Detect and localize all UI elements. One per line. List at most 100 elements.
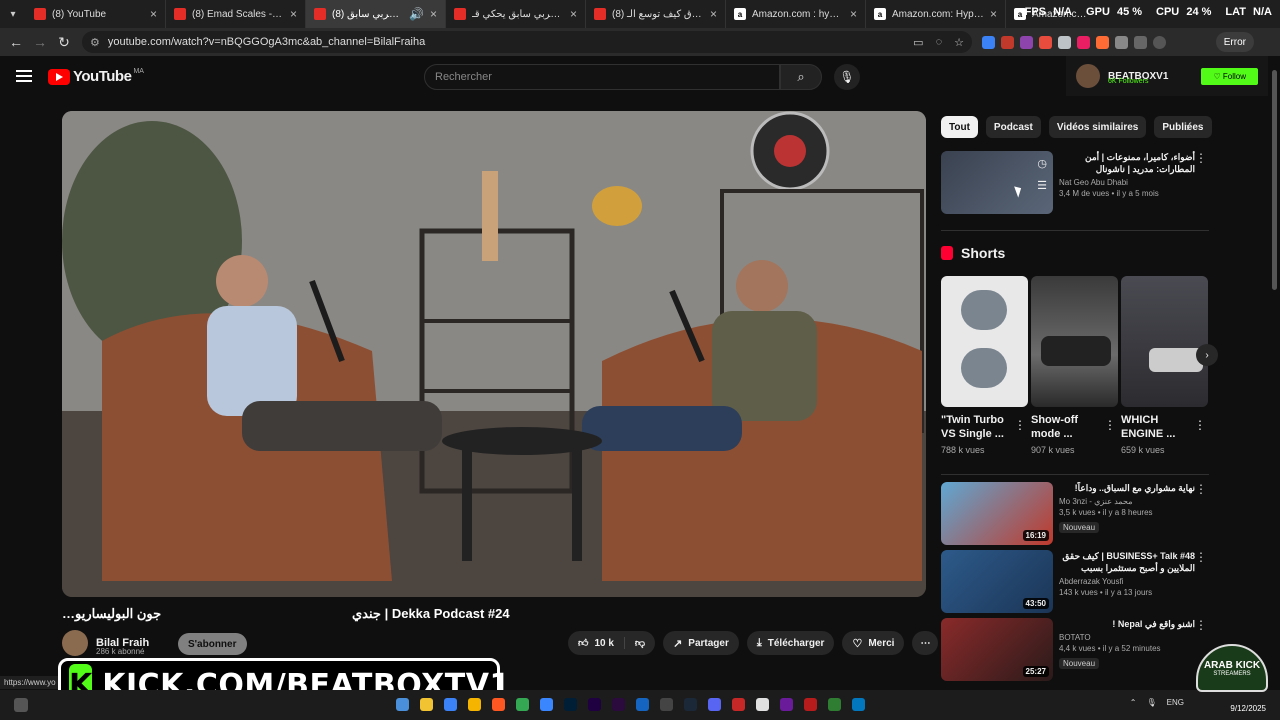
video-title[interactable]: اشنو واقع في Nepal !	[1059, 618, 1195, 630]
chip-tout[interactable]: Tout	[941, 116, 978, 138]
video-title[interactable]: أضواء، كاميرا، ممنوعات | أمن المطارات: م…	[1059, 151, 1195, 175]
kebab-menu-icon[interactable]: ⋮	[1104, 418, 1116, 432]
app-icon[interactable]	[444, 698, 457, 711]
url-field[interactable]: ⚙ youtube.com/watch?v=nBQGGOgA3mc&ab_cha…	[82, 31, 972, 53]
video-thumbnail[interactable]: ◷ ☰	[941, 151, 1053, 214]
profile-avatar-icon[interactable]	[1153, 35, 1166, 49]
more-actions-button[interactable]: ⋯	[912, 631, 939, 655]
site-info-icon[interactable]: ⚙	[90, 36, 100, 49]
bookmark-star-icon[interactable]: ☆	[954, 36, 964, 49]
channel-name[interactable]: Nat Geo Abu Dhabi	[1059, 178, 1195, 187]
chevron-right-icon[interactable]: ›	[1186, 120, 1190, 134]
app-icon[interactable]	[852, 698, 865, 711]
browser-tab[interactable]: جندي مغربي سابق يحكي قـ ×	[446, 0, 586, 28]
kebab-menu-icon[interactable]: ⋮	[1195, 151, 1207, 165]
video-player[interactable]	[62, 111, 926, 597]
extension-icon[interactable]	[1096, 35, 1109, 49]
back-icon[interactable]: ←	[4, 28, 28, 56]
taskbar-widget-icon[interactable]	[14, 698, 28, 712]
extension-icon[interactable]	[1001, 35, 1014, 49]
forward-icon[interactable]: →	[28, 28, 52, 56]
video-thumbnail[interactable]: 43:50	[941, 550, 1053, 613]
app-icon[interactable]	[804, 698, 817, 711]
dislike-button[interactable]: 👎︎	[625, 637, 655, 649]
recommended-video[interactable]: 16:19 نهاية مشواري مع السباق.. وداعاً! M…	[941, 482, 1211, 545]
premiere-icon[interactable]	[612, 698, 625, 711]
kebab-menu-icon[interactable]: ⋮	[1195, 618, 1207, 632]
eye-off-icon[interactable]: ◌	[936, 36, 943, 48]
browser-tab[interactable]: a Amazon.com: HyperX Qu ×	[866, 0, 1006, 28]
short-title[interactable]: WHICH ENGINE ...	[1121, 413, 1193, 441]
after-effects-icon[interactable]	[588, 698, 601, 711]
chip-similar-videos[interactable]: Vidéos similaires	[1048, 116, 1147, 138]
discord-icon[interactable]	[708, 698, 721, 711]
close-tab-icon[interactable]: ×	[710, 7, 717, 21]
photoshop-icon[interactable]	[564, 698, 577, 711]
search-input[interactable]: Rechercher	[424, 64, 780, 90]
channel-name[interactable]: Abderrazak Yousfi	[1059, 577, 1195, 586]
chip-published[interactable]: Publiées	[1154, 116, 1212, 138]
short-title[interactable]: Show-off mode ...	[1031, 413, 1103, 441]
close-tab-icon[interactable]: ×	[150, 7, 157, 21]
extension-icon[interactable]	[1077, 35, 1090, 49]
language-indicator[interactable]: ENG	[1167, 698, 1184, 707]
download-button[interactable]: ⤓ Télécharger	[746, 631, 835, 655]
kebab-menu-icon[interactable]: ⋮	[1014, 418, 1026, 432]
media-icon[interactable]	[1134, 35, 1147, 49]
browser-tab[interactable]: (8) لن تصدق كيف توسع الـ ×	[586, 0, 726, 28]
app-icon[interactable]	[540, 698, 553, 711]
scrollbar[interactable]	[1272, 70, 1277, 290]
recommended-video[interactable]: ◷ ☰ أضواء، كاميرا، ممنوعات | أمن المطارا…	[941, 151, 1211, 214]
thanks-button[interactable]: ♡ Merci	[842, 631, 905, 655]
browser-tab-active[interactable]: (8) جندي مغربي سابق 🔊 ×	[306, 0, 446, 28]
steam-icon[interactable]	[684, 698, 697, 711]
shorts-next-button[interactable]: ›	[1196, 344, 1218, 366]
browser-tab[interactable]: (8) YouTube ×	[26, 0, 166, 28]
close-tab-icon[interactable]: ×	[290, 7, 297, 21]
short-title[interactable]: "Twin Turbo VS Single ...	[941, 413, 1013, 441]
short-thumbnail[interactable]	[1031, 276, 1118, 407]
recommended-video[interactable]: 25:27 اشنو واقع في Nepal ! BOTATO 4,4 k …	[941, 618, 1211, 681]
browser-tab[interactable]: (8) Emad Scales - YouTub ×	[166, 0, 306, 28]
like-button[interactable]: 👍︎ 10 k	[568, 637, 625, 649]
kebab-menu-icon[interactable]: ⋮	[1195, 550, 1207, 564]
youtube-logo[interactable]: YouTube MA	[48, 68, 144, 85]
app-icon[interactable]	[732, 698, 745, 711]
add-to-queue-icon[interactable]: ☰	[1037, 179, 1047, 192]
taskbar-date[interactable]: 9/12/2025	[1230, 704, 1266, 713]
puzzle-icon[interactable]	[1115, 35, 1128, 49]
channel-avatar[interactable]	[62, 630, 88, 656]
chevron-up-icon[interactable]: ⌃	[1130, 698, 1137, 707]
close-tab-icon[interactable]: ×	[990, 7, 997, 21]
error-button[interactable]: Error	[1215, 32, 1254, 52]
watch-later-icon[interactable]: ◷	[1037, 157, 1047, 170]
search-button[interactable]: ⌕	[780, 64, 822, 90]
short-item[interactable]: "Twin Turbo VS Single ... 788 k vues ⋮	[941, 276, 1028, 455]
video-thumbnail[interactable]: 25:27	[941, 618, 1053, 681]
voice-search-button[interactable]: 🎙	[834, 64, 860, 90]
app-icon[interactable]	[420, 698, 433, 711]
microphone-icon[interactable]: 🎙	[1147, 698, 1157, 707]
channel-name[interactable]: Mo 3nzi - محمد عنزي	[1059, 497, 1195, 506]
chrome-icon[interactable]	[516, 698, 529, 711]
short-thumbnail[interactable]	[1121, 276, 1208, 407]
recommended-video[interactable]: 43:50 BUSINESS+ Talk #48 | كيف حقق الملا…	[941, 550, 1211, 613]
close-tab-icon[interactable]: ×	[850, 7, 857, 21]
short-item[interactable]: WHICH ENGINE ... 659 k vues ⋮	[1121, 276, 1208, 455]
short-thumbnail[interactable]	[941, 276, 1028, 407]
reload-icon[interactable]: ↻	[52, 28, 76, 56]
share-button[interactable]: ↗ Partager	[663, 631, 739, 655]
obs-icon[interactable]	[660, 698, 673, 711]
kebab-menu-icon[interactable]: ⋮	[1194, 418, 1206, 432]
tab-search-button[interactable]: ▾	[0, 0, 26, 28]
app-icon[interactable]	[780, 698, 793, 711]
kick-app-icon[interactable]	[828, 698, 841, 711]
extension-icon[interactable]	[1020, 35, 1033, 49]
kebab-menu-icon[interactable]: ⋮	[1195, 482, 1207, 496]
app-icon[interactable]	[636, 698, 649, 711]
chrome-icon[interactable]	[468, 698, 481, 711]
video-thumbnail[interactable]: 16:19	[941, 482, 1053, 545]
app-icon[interactable]	[396, 698, 409, 711]
video-title[interactable]: نهاية مشواري مع السباق.. وداعاً!	[1059, 482, 1195, 494]
channel-name[interactable]: BOTATO	[1059, 633, 1195, 642]
